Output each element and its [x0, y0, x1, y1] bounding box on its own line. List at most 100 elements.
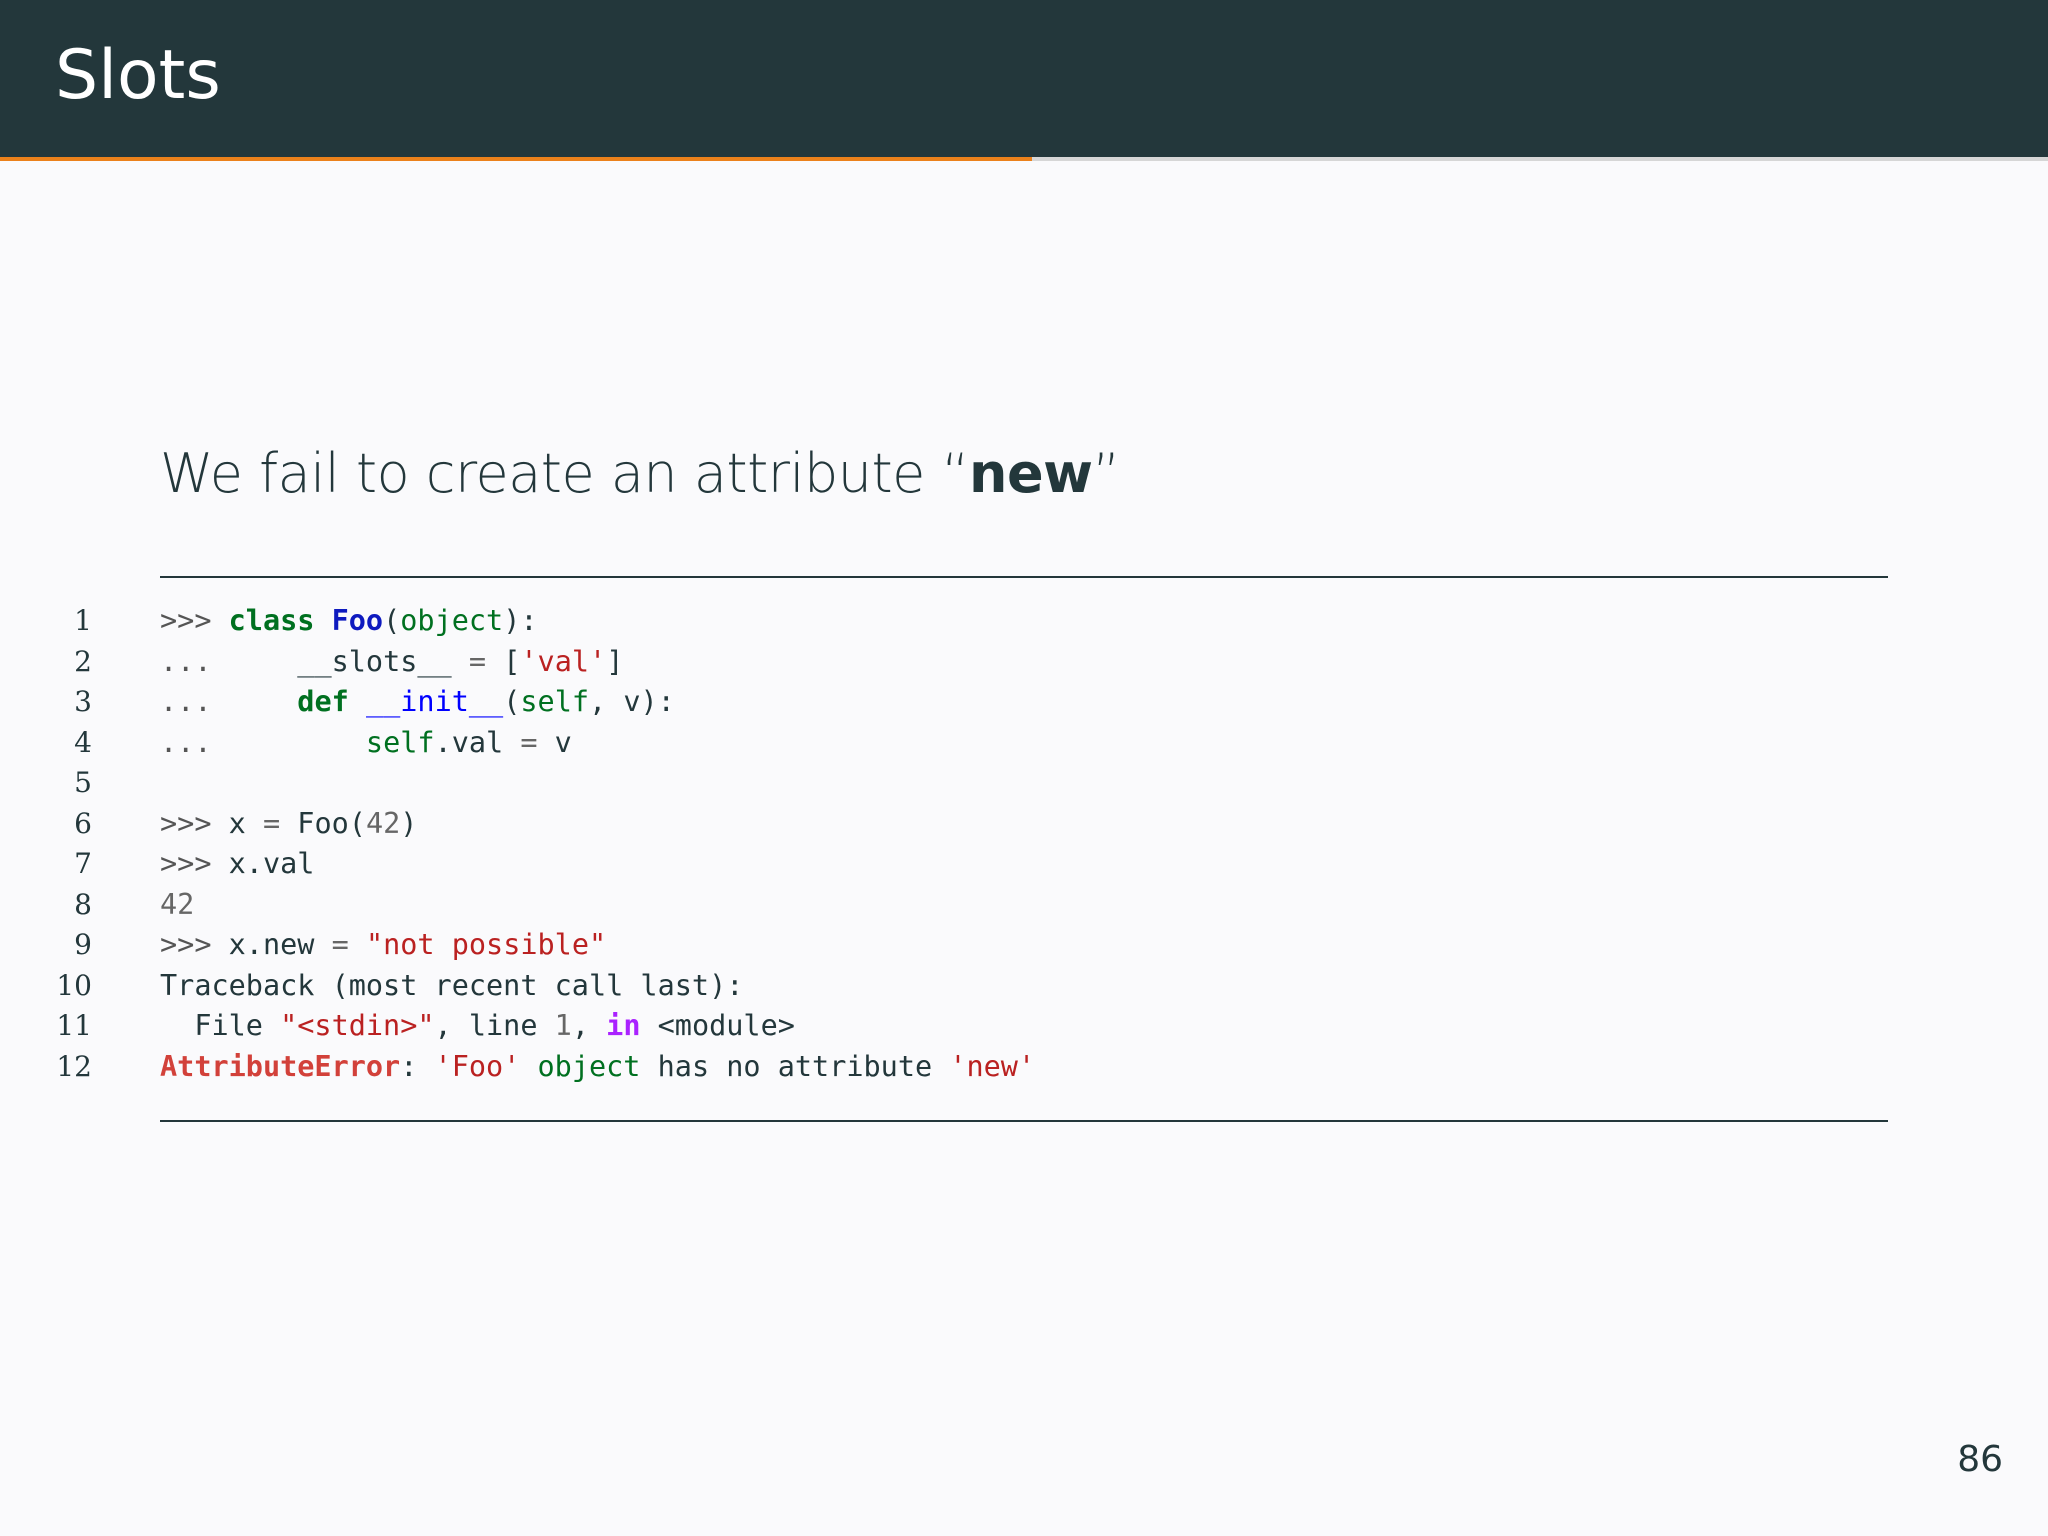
code-token: , line	[434, 1009, 555, 1042]
code-text: ... def __init__(self, v):	[160, 682, 675, 723]
code-line: 5	[0, 763, 2048, 804]
code-line: 7 >>> x.val	[0, 844, 2048, 885]
code-listing: 1 >>> class Foo(object): 2... __slots__ = …	[0, 601, 2048, 1087]
line-number: 5	[74, 766, 92, 799]
code-token: self	[520, 685, 590, 718]
code-token: ...	[160, 725, 366, 759]
code-line: 4... self.val = v	[0, 723, 2048, 764]
slide-header: Slots	[0, 0, 2048, 157]
code-token: =	[262, 806, 281, 840]
code-text: Traceback (most recent call last):	[160, 966, 743, 1007]
progress-bar-fill	[0, 157, 1033, 161]
code-text: >>> x.val	[160, 844, 314, 885]
code-token: Foo	[331, 604, 384, 637]
code-text: ... __slots__ = ['val']	[160, 642, 623, 683]
code-token: ,	[571, 1009, 607, 1042]
code-token: def	[297, 685, 349, 718]
code-line: 6 >>> x = Foo(42)	[0, 804, 2048, 845]
slide-subtitle: We fail to create an attribute “new”	[160, 438, 1120, 510]
code-token: (	[383, 604, 401, 637]
code-token: >>>	[160, 806, 229, 840]
code-token: 42	[365, 806, 401, 840]
code-token: 'Foo'	[434, 1049, 521, 1083]
code-token: =	[331, 928, 349, 961]
line-number: 6	[74, 806, 92, 840]
line-number: 9	[74, 928, 92, 961]
code-token: =	[468, 644, 487, 678]
code-token: x	[228, 806, 263, 840]
code-text: File "<stdin>", line 1, in <module>	[160, 1006, 795, 1047]
line-number: 11	[56, 1009, 92, 1042]
code-text: 42	[160, 885, 194, 926]
code-token: )	[400, 806, 418, 840]
code-token: >>>	[160, 604, 229, 637]
code-token: x.new	[228, 928, 332, 961]
code-token: >>>	[160, 928, 229, 961]
code-token: Foo(	[280, 806, 366, 840]
line-number: 1	[74, 604, 92, 637]
code-token: 42	[160, 887, 195, 921]
code-token: self	[365, 725, 435, 759]
code-token: :	[400, 1049, 435, 1083]
code-token: class	[228, 604, 315, 637]
code-token: has no attribute	[640, 1049, 950, 1083]
code-line: 9 >>> x.new = "not possible"	[0, 925, 2048, 966]
progress-bar	[0, 157, 2048, 161]
code-token: ):	[503, 604, 538, 637]
code-token: x.val	[228, 847, 315, 880]
subtitle-suffix: ”	[1092, 442, 1120, 505]
code-token: in	[606, 1009, 641, 1042]
code-token: ]	[606, 644, 624, 678]
code-text: >>> x = Foo(42)	[160, 804, 417, 845]
code-token: v	[537, 725, 572, 759]
line-number: 8	[74, 887, 92, 921]
code-token: __init__	[365, 685, 504, 718]
code-token: "not possible"	[365, 928, 607, 961]
code-token: File	[160, 1009, 281, 1042]
code-token: [	[486, 644, 521, 678]
code-line: 11 File "<stdin>", line 1, in <module>	[0, 1006, 2048, 1047]
line-number: 4	[74, 725, 92, 759]
line-number: 10	[56, 968, 92, 1002]
code-text: >>> class Foo(object):	[160, 601, 538, 642]
code-top-rule	[160, 576, 1888, 578]
code-line: 8 42	[0, 885, 2048, 926]
code-token: .val	[434, 725, 521, 759]
code-token: ...	[160, 685, 298, 718]
code-token: AttributeError	[160, 1049, 401, 1083]
code-token: <module>	[640, 1009, 795, 1042]
code-line: 2... __slots__ = ['val']	[0, 642, 2048, 683]
code-bottom-rule	[160, 1120, 1888, 1122]
code-token: 1	[554, 1009, 572, 1042]
code-token: object	[400, 604, 504, 637]
code-token: 'val'	[520, 644, 607, 678]
code-token: Traceback (most recent call last):	[160, 968, 744, 1002]
code-line: 1 >>> class Foo(object):	[0, 601, 2048, 642]
code-text: ... self.val = v	[160, 723, 572, 764]
code-token: ...	[160, 644, 298, 678]
code-line: 10 Traceback (most recent call last):	[0, 966, 2048, 1007]
code-line: 3... def __init__(self, v):	[0, 682, 2048, 723]
code-token: 'new'	[949, 1049, 1036, 1083]
code-token: =	[520, 725, 538, 759]
code-token: , v):	[589, 685, 675, 718]
code-token: __slots__	[297, 644, 452, 678]
line-number: 7	[74, 847, 92, 880]
page-number: 86	[1957, 1439, 2003, 1480]
code-text: >>> x.new = "not possible"	[160, 925, 606, 966]
code-line: 12 AttributeError: 'Foo' object has no at…	[0, 1047, 2048, 1088]
code-token: object	[537, 1049, 641, 1083]
code-token: >>>	[160, 847, 229, 880]
code-token: "<stdin>"	[280, 1009, 435, 1042]
subtitle-highlight: new	[969, 442, 1093, 505]
slide-title: Slots	[55, 36, 221, 115]
subtitle-prefix: We fail to create an attribute “	[160, 442, 970, 505]
line-number: 3	[74, 685, 92, 718]
code-token: (	[503, 685, 521, 718]
line-number: 2	[74, 644, 92, 678]
